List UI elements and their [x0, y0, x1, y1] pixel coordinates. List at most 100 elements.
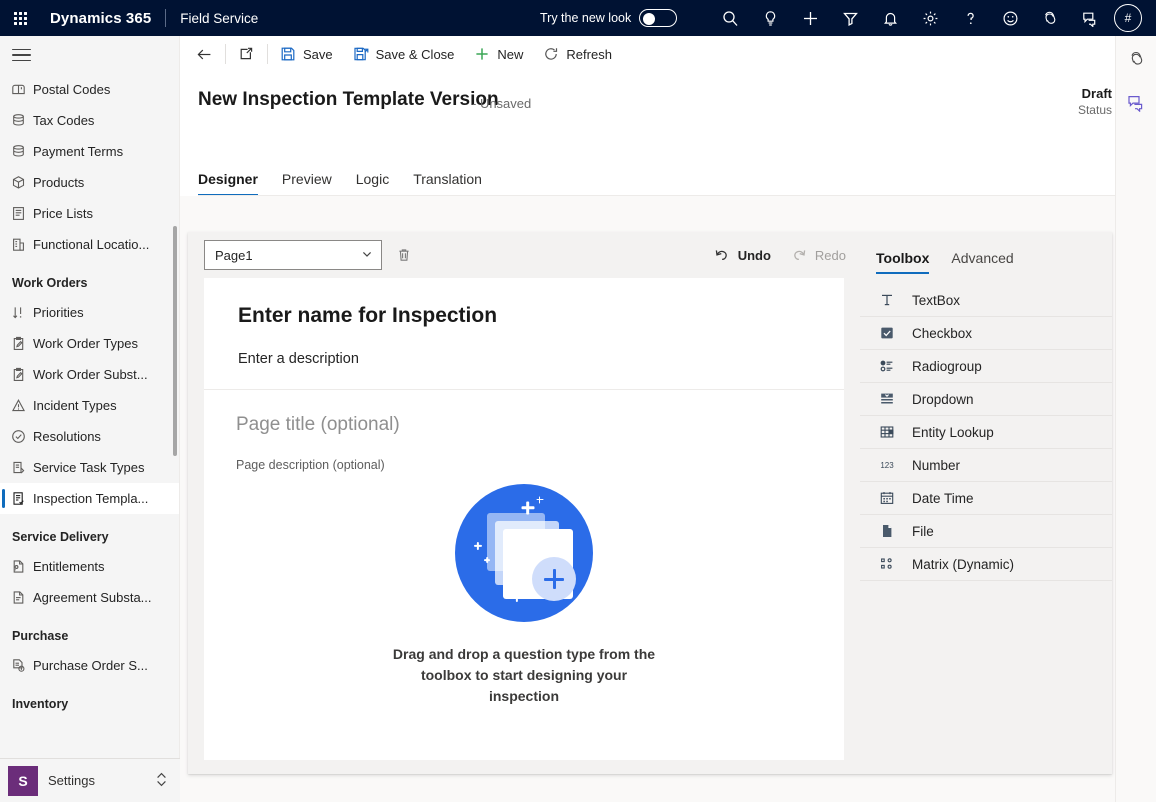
sidebar-item-tax-codes[interactable]: Tax Codes [0, 105, 179, 136]
save-label: Save [303, 46, 333, 62]
sidebar-item-service-task-types[interactable]: Service Task Types [0, 452, 179, 483]
sidebar-scrollbar[interactable] [173, 226, 177, 456]
try-new-look-label: Try the new look [540, 11, 632, 25]
entity-lookup-icon [878, 424, 896, 440]
gear-icon[interactable] [910, 0, 950, 36]
textbox-icon [878, 292, 896, 308]
toolbox-item-number[interactable]: 123 Number [860, 449, 1112, 482]
redo-button[interactable]: Redo [791, 247, 846, 263]
sidebar-item-label: Postal Codes [33, 82, 111, 97]
sidebar-item-inspection-templates[interactable]: Inspection Templa... [0, 483, 179, 514]
sidebar-item-price-lists[interactable]: Price Lists [0, 198, 179, 229]
try-new-look[interactable]: Try the new look [540, 0, 678, 36]
header-rule [198, 195, 1138, 196]
toolbox-item-textbox[interactable]: TextBox [860, 284, 1112, 317]
page-select[interactable]: Page1 [204, 240, 382, 270]
toolbox-item-file[interactable]: File [860, 515, 1112, 548]
delete-page-button[interactable] [396, 247, 412, 263]
toolbox-item-matrix-dynamic[interactable]: Matrix (Dynamic) [860, 548, 1112, 581]
refresh-button[interactable]: Refresh [533, 36, 622, 72]
new-button[interactable]: New [464, 36, 533, 72]
inspection-icon [11, 491, 33, 506]
sidebar-item-entitlements[interactable]: Entitlements [0, 551, 179, 582]
designer-toolbar: Page1 Undo Redo [188, 232, 860, 278]
tab-preview[interactable]: Preview [282, 171, 332, 196]
tab-translation[interactable]: Translation [413, 171, 482, 196]
toolbox-item-dropdown[interactable]: Dropdown [860, 383, 1112, 416]
content-area: Save Save & Close New Refresh New Inspec… [180, 36, 1156, 802]
sidebar-item-work-order-types[interactable]: Work Order Types [0, 328, 179, 359]
smiley-icon[interactable] [990, 0, 1030, 36]
inspection-header: Enter name for Inspection Enter a descri… [204, 278, 844, 390]
tab-logic[interactable]: Logic [356, 171, 389, 196]
tab-designer[interactable]: Designer [198, 171, 258, 196]
toolbox-item-label: Entity Lookup [912, 424, 994, 440]
feedback-icon[interactable] [1070, 0, 1110, 36]
toolbox-item-label: TextBox [912, 292, 961, 308]
hamburger-menu-icon[interactable] [0, 36, 179, 74]
sidebar-item-incident-types[interactable]: Incident Types [0, 390, 179, 421]
sidebar-item-label: Functional Locatio... [33, 237, 150, 252]
avatar[interactable]: # [1114, 4, 1142, 32]
toolbox-item-label: File [912, 523, 934, 539]
brand-title[interactable]: Dynamics 365 [50, 10, 151, 27]
toolbox-item-entity-lookup[interactable]: Entity Lookup [860, 416, 1112, 449]
record-tabs: Designer Preview Logic Translation [198, 171, 482, 196]
new-look-toggle[interactable] [639, 9, 678, 27]
dropdown-icon [878, 391, 896, 407]
save-button[interactable]: Save [270, 36, 343, 72]
filter-icon[interactable] [830, 0, 870, 36]
inspection-designer: Page1 Undo Redo Enter name for Inspectio… [188, 232, 1112, 774]
copilot-icon[interactable] [1116, 36, 1156, 80]
sidebar-item-work-order-substatuses[interactable]: Work Order Subst... [0, 359, 179, 390]
sidebar-item-resolutions[interactable]: Resolutions [0, 421, 179, 452]
sidebar-item-priorities[interactable]: Priorities [0, 297, 179, 328]
bell-icon[interactable] [870, 0, 910, 36]
undo-button[interactable]: Undo [714, 247, 771, 263]
settings-area-switcher[interactable]: S Settings [0, 758, 180, 802]
sidebar-item-label: Products [33, 175, 85, 190]
back-button[interactable] [186, 36, 223, 72]
sidebar-scroll-area: Postal Codes Tax Codes Payment Terms Pro… [0, 36, 179, 758]
sidebar-item-label: Purchase Order S... [33, 658, 148, 673]
updown-chevron-icon[interactable] [155, 771, 168, 790]
chevron-down-icon [361, 248, 373, 263]
redo-label: Redo [814, 247, 846, 263]
svg-text:123: 123 [880, 461, 894, 470]
lightbulb-icon[interactable] [750, 0, 790, 36]
page-description-input[interactable]: Page description (optional) [236, 458, 812, 472]
mailbox-icon [11, 82, 33, 97]
toolbox-item-radiogroup[interactable]: Radiogroup [860, 350, 1112, 383]
tab-advanced[interactable]: Advanced [951, 250, 1013, 274]
app-name[interactable]: Field Service [180, 11, 258, 26]
sidebar-item-products[interactable]: Products [0, 167, 179, 198]
sidebar-item-functional-locations[interactable]: Functional Locatio... [0, 229, 179, 260]
toolbox-item-date-time[interactable]: Date Time [860, 482, 1112, 515]
sort-icon [11, 305, 33, 320]
sidebar-item-purchase-order-substatuses[interactable]: Purchase Order S... [0, 650, 179, 681]
help-icon[interactable] [950, 0, 990, 36]
list-document-icon [11, 206, 33, 221]
header-divider [165, 9, 167, 27]
feedback-icon[interactable] [1116, 80, 1156, 124]
app-launcher-icon[interactable] [0, 0, 40, 36]
undo-label: Undo [737, 247, 771, 263]
inspection-name-input[interactable]: Enter name for Inspection [238, 304, 810, 328]
new-label: New [497, 46, 524, 62]
page-title-input[interactable]: Page title (optional) [236, 414, 812, 436]
sidebar-item-agreement-substatuses[interactable]: Agreement Substa... [0, 582, 179, 613]
popout-button[interactable] [228, 36, 265, 72]
inspection-description-input[interactable]: Enter a description [238, 351, 810, 367]
search-icon[interactable] [710, 0, 750, 36]
toolbox-item-checkbox[interactable]: Checkbox [860, 317, 1112, 350]
plus-icon[interactable] [790, 0, 830, 36]
sidebar-item-label: Tax Codes [33, 113, 95, 128]
sidebar-item-label: Priorities [33, 305, 84, 320]
copilot-icon[interactable] [1030, 0, 1070, 36]
sidebar-item-label: Inspection Templa... [33, 491, 149, 506]
tab-toolbox[interactable]: Toolbox [876, 250, 930, 274]
database-icon [11, 113, 33, 128]
save-and-close-button[interactable]: Save & Close [343, 36, 465, 72]
sidebar-item-postal-codes[interactable]: Postal Codes [0, 74, 179, 105]
sidebar-item-payment-terms[interactable]: Payment Terms [0, 136, 179, 167]
